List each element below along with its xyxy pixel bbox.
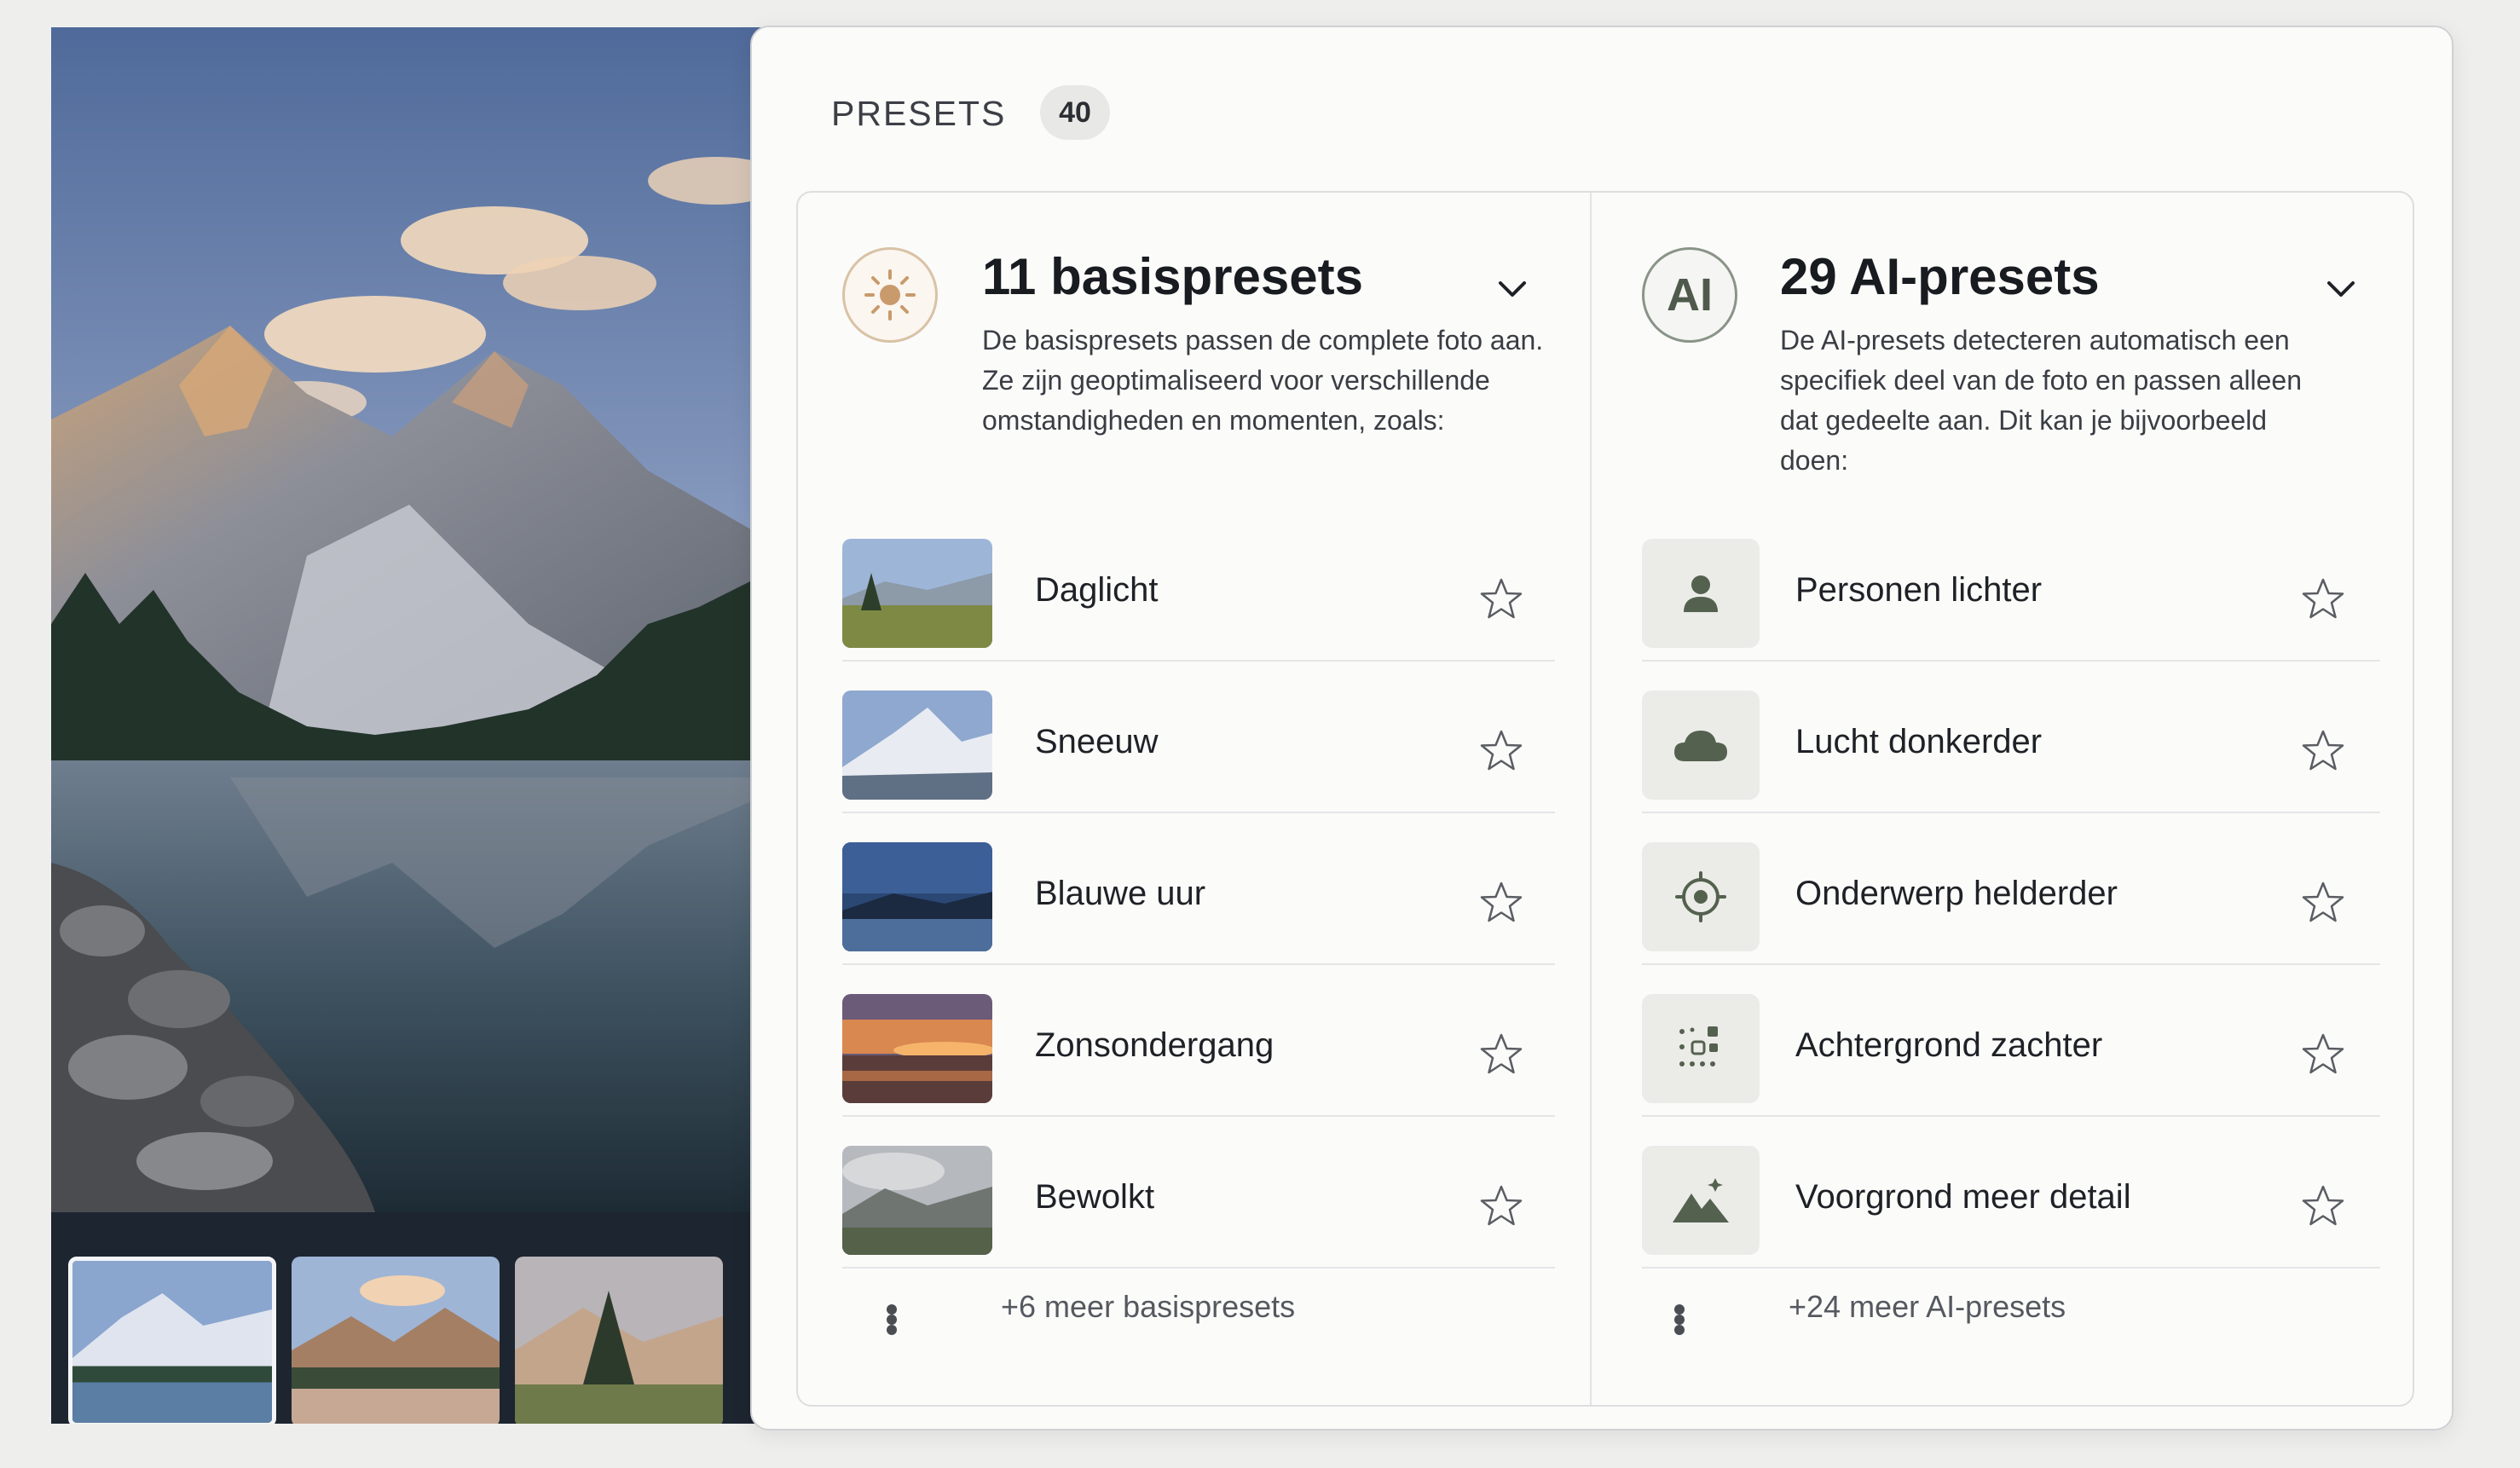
presets-panel: PRESETS 40 11 basispresets De basisprese… bbox=[750, 26, 2454, 1430]
preset-label: Onderwerp helderder bbox=[1795, 875, 2118, 912]
preset-row-personen-lichter[interactable]: Personen lichter bbox=[1642, 510, 2380, 662]
ai-description: De AI-presets detecteren automatisch een… bbox=[1780, 325, 2302, 476]
main-photo bbox=[51, 27, 767, 1212]
preset-thumbnail bbox=[842, 1146, 992, 1255]
favorite-star-icon[interactable] bbox=[1478, 1183, 1524, 1229]
preset-row-blauwe-uur[interactable]: Blauwe uur bbox=[842, 813, 1555, 965]
preset-row-onderwerp-helderder[interactable]: Onderwerp helderder bbox=[1642, 813, 2380, 965]
preset-label: Daglicht bbox=[1035, 571, 1159, 609]
favorite-star-icon[interactable] bbox=[2300, 880, 2346, 926]
basis-preset-list: Daglicht Sneeuw Blauwe uur Zonsondergang… bbox=[842, 510, 1555, 1269]
favorite-star-icon[interactable] bbox=[2300, 1032, 2346, 1078]
cloud-icon bbox=[1642, 691, 1760, 800]
person-icon bbox=[1642, 539, 1760, 648]
preset-label: Sneeuw bbox=[1035, 723, 1159, 760]
ai-badge-icon: AI bbox=[1642, 247, 1737, 343]
preset-label: Personen lichter bbox=[1795, 571, 2043, 609]
basis-description: De basispresets passen de complete foto … bbox=[982, 325, 1544, 436]
more-dots-icon bbox=[887, 1304, 909, 1335]
preset-row-lucht-donkerder[interactable]: Lucht donkerder bbox=[1642, 662, 2380, 813]
mountains-sparkle-icon bbox=[1642, 1146, 1760, 1255]
favorite-star-icon[interactable] bbox=[1478, 728, 1524, 774]
preset-thumbnail bbox=[842, 994, 992, 1103]
preset-thumbnail bbox=[842, 691, 992, 800]
preset-row-zonsondergang[interactable]: Zonsondergang bbox=[842, 965, 1555, 1117]
filmstrip bbox=[51, 1212, 767, 1424]
preset-thumbnail bbox=[842, 842, 992, 951]
preset-label: Achtergrond zachter bbox=[1795, 1026, 2103, 1064]
preset-row-bewolkt[interactable]: Bewolkt bbox=[842, 1117, 1555, 1269]
ai-heading: 29 AI-presets bbox=[1780, 248, 2100, 305]
preset-label: Voorgrond meer detail bbox=[1795, 1178, 2131, 1216]
preset-categories: 11 basispresets De basispresets passen d… bbox=[796, 191, 2414, 1407]
more-dots-icon bbox=[1674, 1304, 1696, 1335]
presets-count-badge: 40 bbox=[1040, 85, 1110, 140]
preset-label: Bewolkt bbox=[1035, 1178, 1155, 1216]
preset-row-voorgrond-meer-detail[interactable]: Voorgrond meer detail bbox=[1642, 1117, 2380, 1269]
favorite-star-icon[interactable] bbox=[2300, 1183, 2346, 1229]
favorite-star-icon[interactable] bbox=[2300, 576, 2346, 622]
favorite-star-icon[interactable] bbox=[2300, 728, 2346, 774]
ai-preset-list: Personen lichter Lucht donkerder Onderwe… bbox=[1642, 510, 2380, 1269]
filmstrip-thumb-1[interactable] bbox=[68, 1257, 276, 1424]
sun-icon bbox=[842, 247, 938, 343]
target-icon bbox=[1642, 842, 1760, 951]
favorite-star-icon[interactable] bbox=[1478, 576, 1524, 622]
preset-label: Lucht donkerder bbox=[1795, 723, 2043, 760]
basis-heading: 11 basispresets bbox=[982, 248, 1363, 305]
preset-row-sneeuw[interactable]: Sneeuw bbox=[842, 662, 1555, 813]
filmstrip-thumb-2[interactable] bbox=[292, 1257, 500, 1424]
preset-label: Blauwe uur bbox=[1035, 875, 1206, 912]
favorite-star-icon[interactable] bbox=[1478, 880, 1524, 926]
preset-row-daglicht[interactable]: Daglicht bbox=[842, 510, 1555, 662]
favorite-star-icon[interactable] bbox=[1478, 1032, 1524, 1078]
ai-chevron-down-icon[interactable] bbox=[2324, 271, 2358, 305]
filmstrip-thumb-3[interactable] bbox=[515, 1257, 723, 1424]
more-label: +24 meer AI-presets bbox=[1789, 1289, 2066, 1324]
preset-thumbnail bbox=[842, 539, 992, 648]
preset-label: Zonsondergang bbox=[1035, 1026, 1274, 1064]
basis-presets-column: 11 basispresets De basispresets passen d… bbox=[798, 193, 1591, 1405]
basis-chevron-down-icon[interactable] bbox=[1495, 271, 1529, 305]
more-label: +6 meer basispresets bbox=[1001, 1289, 1296, 1324]
ai-presets-column: AI 29 AI-presets De AI-presets detectere… bbox=[1592, 193, 2416, 1405]
photo-preview bbox=[51, 27, 767, 1424]
presets-title: PRESETS bbox=[831, 94, 1007, 133]
preset-row-achtergrond-zachter[interactable]: Achtergrond zachter bbox=[1642, 965, 2380, 1117]
background-dots-icon bbox=[1642, 994, 1760, 1103]
